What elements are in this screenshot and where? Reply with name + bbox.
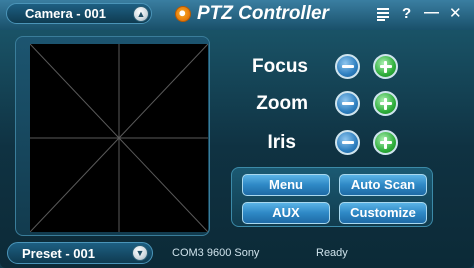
app-logo-icon: [175, 6, 191, 22]
zoom-label: Zoom: [256, 93, 308, 114]
app-title: PTZ Controller: [197, 3, 329, 24]
chevron-down-icon: ▼: [135, 247, 145, 258]
ready-status: Ready: [316, 247, 348, 259]
iris-minus-button[interactable]: [335, 130, 360, 155]
zoom-plus-button[interactable]: [373, 91, 398, 116]
preset-select[interactable]: Preset - 001 ▼: [7, 242, 153, 264]
close-icon[interactable]: ✕: [449, 6, 462, 21]
focus-label: Focus: [252, 56, 308, 77]
camera-select[interactable]: Camera - 001 ▲: [6, 3, 152, 24]
aux-button[interactable]: AUX: [242, 202, 330, 224]
minus-icon: [341, 141, 354, 144]
connection-status: COM3 9600 Sony: [172, 247, 260, 259]
focus-minus-button[interactable]: [335, 54, 360, 79]
minimize-icon[interactable]: —: [424, 5, 439, 20]
video-preview: [30, 44, 208, 232]
menu-icon[interactable]: [376, 7, 390, 24]
menu-button[interactable]: Menu: [242, 174, 330, 196]
minus-icon: [341, 65, 354, 68]
preset-select-value: Preset - 001: [22, 246, 95, 261]
chevron-up-icon: ▲: [136, 8, 146, 19]
zoom-minus-button[interactable]: [335, 91, 360, 116]
auto-scan-button[interactable]: Auto Scan: [339, 174, 427, 196]
preset-dropdown-button[interactable]: ▼: [132, 245, 148, 261]
iris-label: Iris: [267, 132, 296, 153]
app-window: Camera - 001 ▲ PTZ Controller ? — ✕ Focu…: [0, 0, 474, 268]
focus-plus-button[interactable]: [373, 54, 398, 79]
iris-plus-button[interactable]: [373, 130, 398, 155]
camera-collapse-button[interactable]: ▲: [133, 6, 149, 22]
help-icon[interactable]: ?: [402, 6, 411, 21]
camera-select-value: Camera - 001: [25, 6, 106, 21]
minus-icon: [341, 102, 354, 105]
customize-button[interactable]: Customize: [339, 202, 427, 224]
